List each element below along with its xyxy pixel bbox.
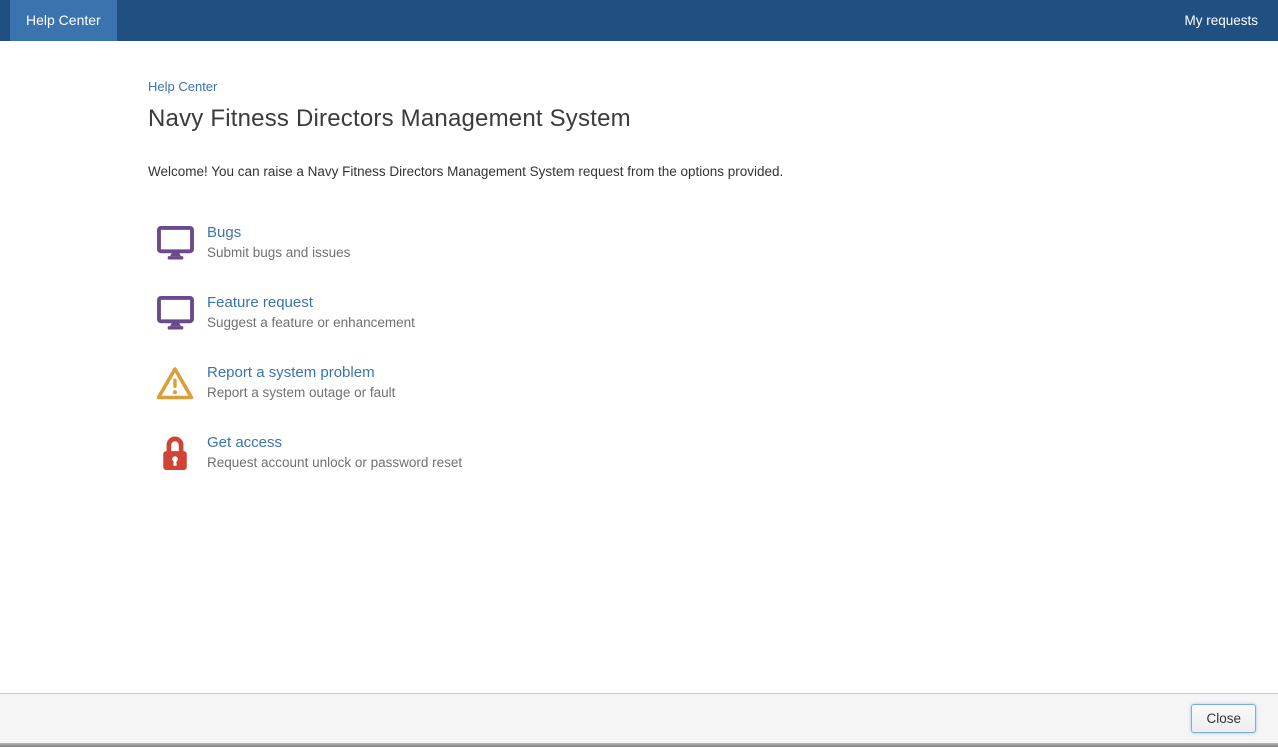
monitor-icon	[155, 292, 195, 334]
option-desc-bugs: Submit bugs and issues	[207, 245, 350, 260]
option-desc-get-access: Request account unlock or password reset	[207, 455, 462, 470]
option-get-access[interactable]: Get access Request account unlock or pas…	[148, 432, 1130, 475]
option-feature-request[interactable]: Feature request Suggest a feature or enh…	[148, 292, 1130, 335]
option-title-get-access[interactable]: Get access	[207, 433, 462, 453]
warning-icon	[155, 362, 195, 404]
request-options-list: Bugs Submit bugs and issues Feature requ…	[148, 222, 1130, 475]
breadcrumb-help-center[interactable]: Help Center	[148, 79, 217, 94]
option-title-feature-request[interactable]: Feature request	[207, 293, 415, 313]
welcome-text: Welcome! You can raise a Navy Fitness Di…	[148, 164, 1130, 179]
lock-icon	[155, 432, 195, 474]
page-title: Navy Fitness Directors Management System	[148, 105, 1130, 133]
option-title-report-system-problem[interactable]: Report a system problem	[207, 363, 395, 383]
main-content: Help Center Navy Fitness Directors Manag…	[148, 41, 1130, 475]
monitor-icon	[155, 222, 195, 264]
help-center-tab[interactable]: Help Center	[10, 0, 117, 41]
option-desc-feature-request: Suggest a feature or enhancement	[207, 315, 415, 330]
top-navbar: Help Center My requests	[0, 0, 1278, 41]
my-requests-link[interactable]: My requests	[1184, 13, 1258, 28]
window-bottom-edge	[0, 743, 1278, 747]
close-button[interactable]: Close	[1191, 704, 1256, 733]
option-report-system-problem[interactable]: Report a system problem Report a system …	[148, 362, 1130, 405]
option-desc-report-system-problem: Report a system outage or fault	[207, 385, 395, 400]
dialog-footer: Close	[0, 693, 1278, 743]
option-bugs[interactable]: Bugs Submit bugs and issues	[148, 222, 1130, 265]
option-title-bugs[interactable]: Bugs	[207, 223, 350, 243]
